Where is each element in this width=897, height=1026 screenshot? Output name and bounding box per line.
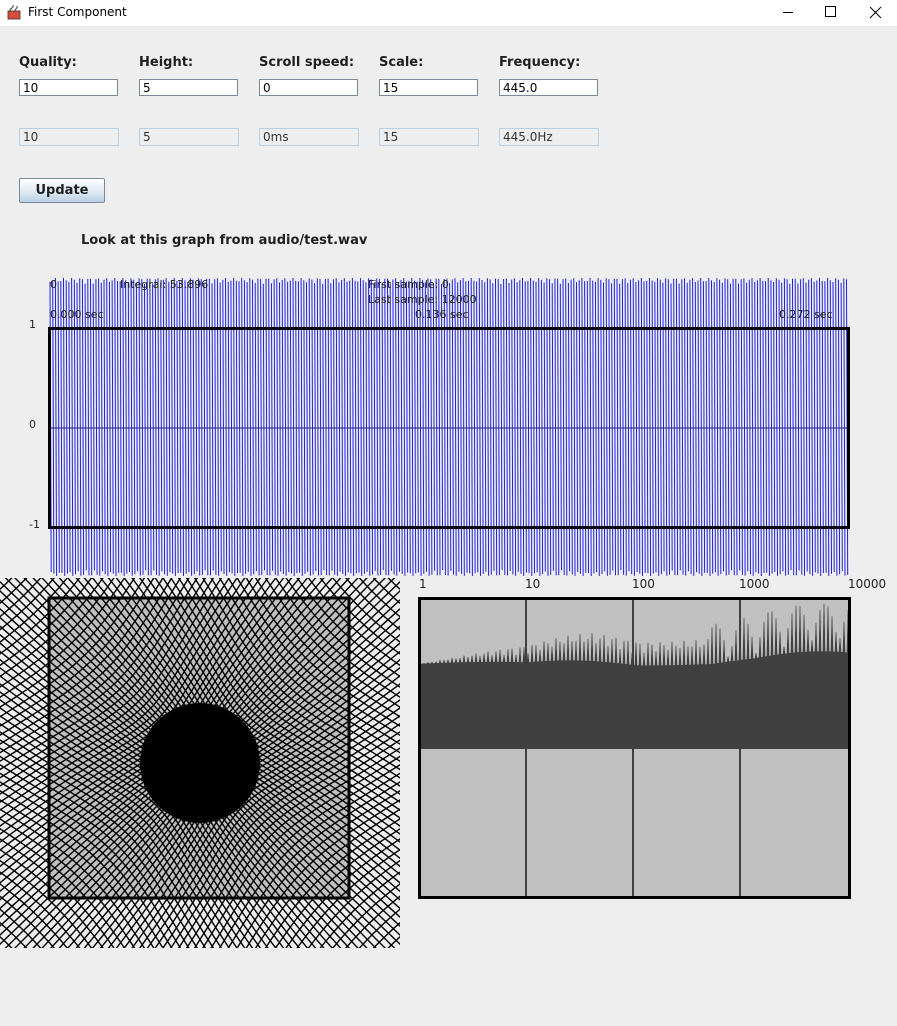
waveform-y-top-label: 1: [29, 318, 36, 331]
warped-grid-view: [0, 578, 400, 948]
height-label: Height:: [139, 55, 194, 70]
waveform-time-mid-label: 0.136 sec: [415, 308, 469, 321]
update-button[interactable]: Update: [19, 178, 105, 203]
spectrum-tick-label: 10: [525, 577, 540, 591]
waveform-time-end-label: 0.272 sec: [779, 308, 833, 321]
frequency-value-display: 445.0Hz: [499, 128, 599, 146]
maximize-icon[interactable]: [807, 0, 853, 26]
warped-grid-dense-center: [140, 703, 260, 823]
scroll-speed-value-display: 0ms: [259, 128, 359, 146]
scale-label: Scale:: [379, 55, 424, 70]
frequency-label: Frequency:: [499, 55, 581, 70]
frequency-input[interactable]: [499, 79, 598, 96]
graph-caption: Look at this graph from audio/test.wav: [81, 233, 368, 248]
waveform-signal: [49, 277, 849, 577]
waveform-y-mid-label: 0: [29, 418, 36, 431]
height-value-display: 5: [139, 128, 239, 146]
quality-label: Quality:: [19, 55, 77, 70]
waveform-graph: 0 Integral: 53.896 First sample: 0 Last …: [29, 277, 850, 577]
scroll-speed-label: Scroll speed:: [259, 55, 355, 70]
waveform-time-start-label: 0.000 sec: [50, 308, 104, 321]
quality-value-display: 10: [19, 128, 119, 146]
spectrum-tick-label: 100: [632, 577, 655, 591]
waveform-first-sample-label: First sample: 0: [368, 278, 449, 291]
java-app-icon: [7, 5, 21, 20]
height-input[interactable]: [139, 79, 238, 96]
spectrum-baseline: [420, 748, 849, 749]
spectrum-tick-label: 1000: [739, 577, 770, 591]
scale-value-display: 15: [379, 128, 479, 146]
spectrum-tick-label: 10000: [848, 577, 886, 591]
quality-input[interactable]: [19, 79, 118, 96]
waveform-integral-label: Integral: 53.896: [120, 278, 208, 291]
window-title: First Component: [28, 5, 127, 19]
scroll-speed-input[interactable]: [259, 79, 358, 96]
waveform-strokes: [49, 277, 849, 577]
waveform-y-bottom-label: -1: [29, 518, 40, 531]
window-titlebar: First Component: [0, 0, 897, 26]
waveform-origin-label: 0: [50, 278, 57, 291]
scale-input[interactable]: [379, 79, 478, 96]
waveform-last-sample-label: Last sample: 12000: [368, 293, 477, 306]
minimize-icon[interactable]: [765, 0, 811, 26]
spectrum-tick-label: 1: [419, 577, 427, 591]
spectrum-graph: 1 10 100 1000 10000: [418, 577, 886, 899]
close-icon[interactable]: [852, 0, 897, 26]
